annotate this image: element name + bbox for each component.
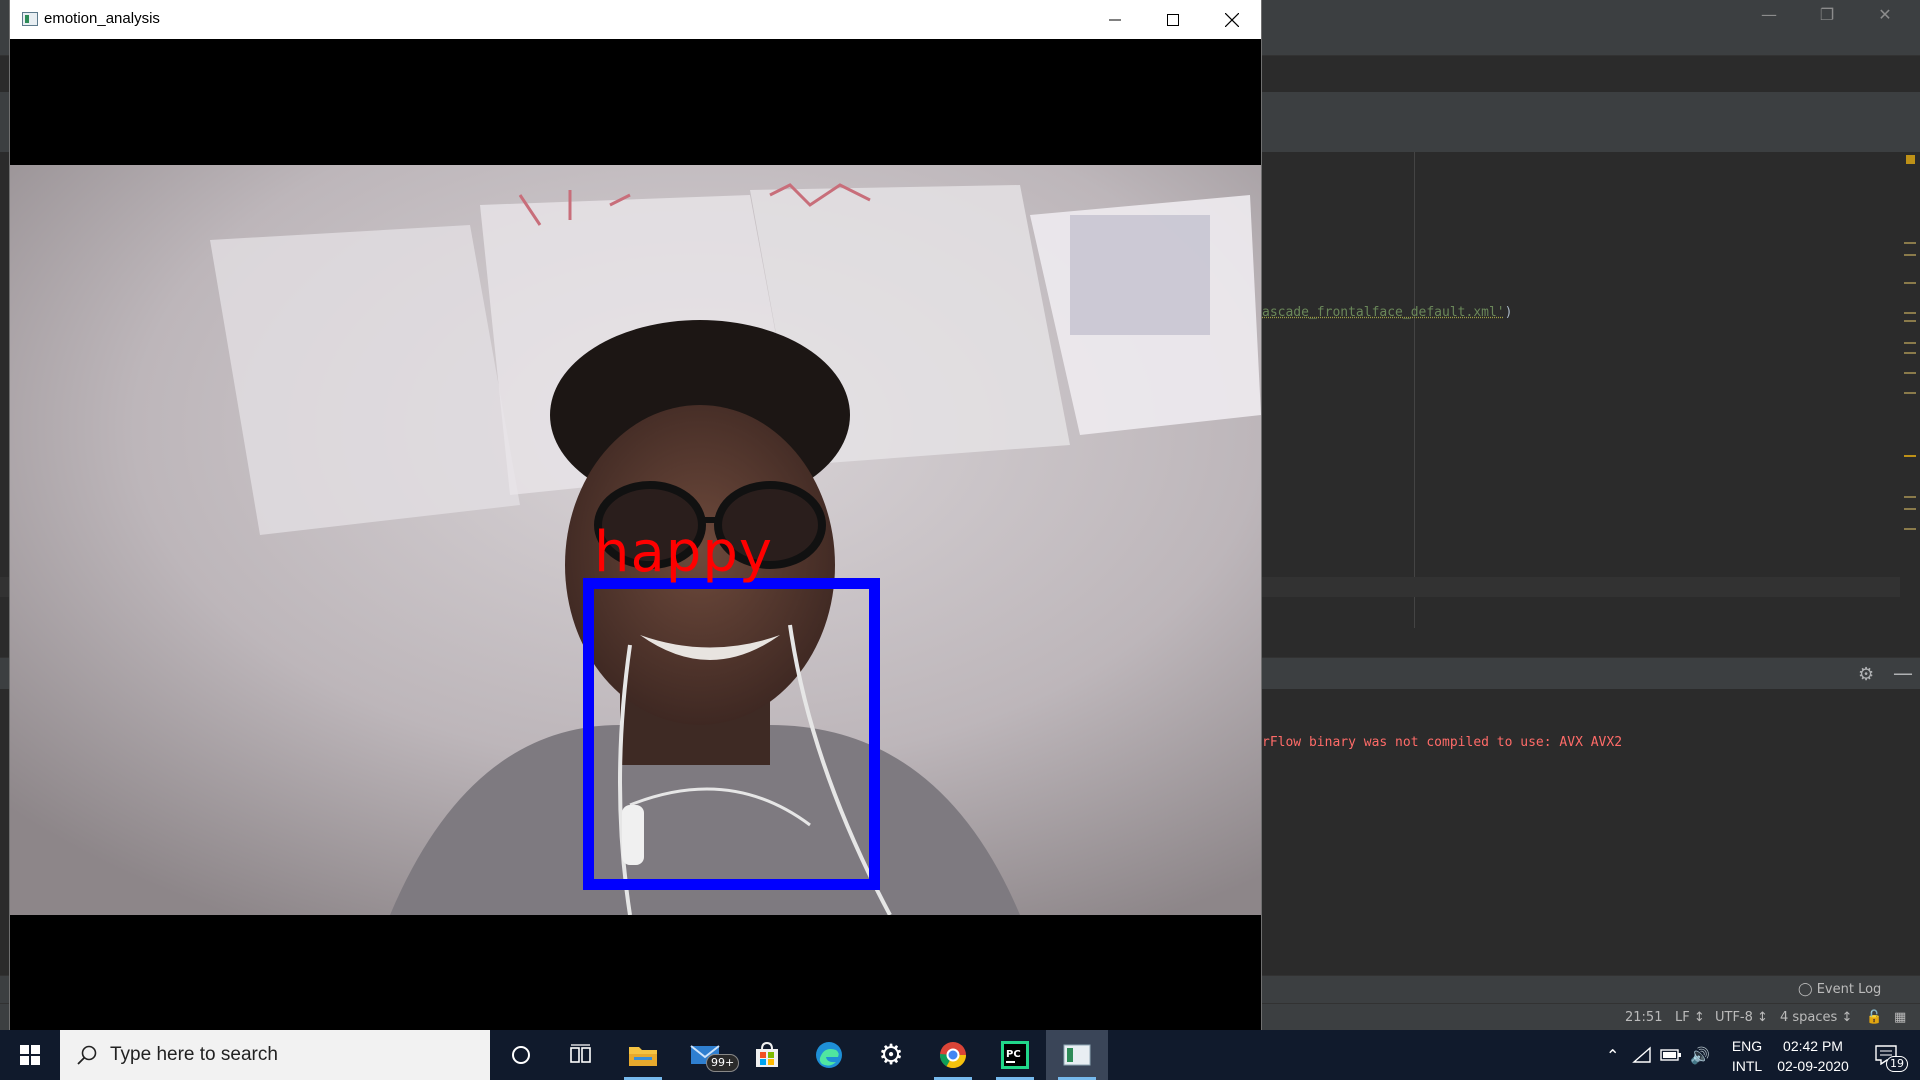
stripe-mark[interactable] [1904, 254, 1916, 256]
gear-icon[interactable]: ⚙ [1858, 664, 1874, 685]
cortana-icon [512, 1046, 530, 1064]
network-button[interactable] [1632, 1030, 1652, 1080]
taskbar-search-box[interactable]: Type here to search [60, 1030, 490, 1080]
caret-position[interactable]: 21:51 [1625, 1010, 1662, 1025]
gear-icon: ⚙ [878, 1038, 904, 1071]
settings-button[interactable]: ⚙ [860, 1030, 922, 1080]
volume-button[interactable]: 🔊 [1690, 1030, 1710, 1080]
updown-icon: ↕ [1841, 1010, 1853, 1025]
action-center-button[interactable]: 19 [1862, 1030, 1910, 1080]
stripe-mark[interactable] [1904, 282, 1916, 284]
stripe-mark[interactable] [1904, 496, 1916, 498]
show-hidden-icons-button[interactable]: ⌃ [1600, 1030, 1625, 1080]
clock-time: 02:42 PM [1783, 1038, 1843, 1054]
task-view-icon [570, 1044, 591, 1063]
emotion-label: happy [594, 520, 774, 585]
hide-panel-icon[interactable]: — [1893, 661, 1913, 685]
stripe-mark[interactable] [1904, 528, 1916, 530]
pycharm-button[interactable]: PC [984, 1030, 1046, 1080]
indent-widget[interactable]: 4 spaces ↕ [1780, 1010, 1852, 1025]
maximize-button[interactable] [1144, 0, 1202, 39]
wall-table-sheet [1070, 215, 1210, 335]
folder-icon [629, 1047, 657, 1066]
mail-badge: 99+ [706, 1054, 740, 1072]
battery-button[interactable] [1660, 1030, 1682, 1080]
inspection-status-icon[interactable] [1906, 155, 1915, 164]
wall-paper [210, 225, 520, 535]
code-paren: ) [1504, 305, 1513, 320]
stripe-mark[interactable] [1904, 455, 1916, 457]
face-bounding-box [583, 578, 880, 890]
updown-icon: ↕ [1693, 1010, 1705, 1025]
pycharm-icon: PC [1001, 1041, 1029, 1069]
battery-icon [1660, 1049, 1681, 1061]
store-icon [756, 1041, 778, 1067]
console-error-line: rFlow binary was not compiled to use: AV… [1262, 735, 1623, 750]
store-button[interactable] [736, 1030, 798, 1080]
start-button[interactable] [0, 1030, 60, 1080]
stripe-mark[interactable] [1904, 352, 1916, 354]
cortana-button[interactable] [490, 1030, 552, 1080]
window-titlebar[interactable]: emotion_analysis [10, 0, 1261, 39]
indent-label: 4 spaces [1780, 1010, 1838, 1025]
mail-button[interactable]: 99+ [674, 1030, 740, 1080]
stripe-mark[interactable] [1904, 242, 1916, 244]
ide-close-button[interactable]: ✕ [1856, 0, 1914, 29]
search-icon [77, 1045, 97, 1065]
windows-taskbar: Type here to search 99+ ⚙ PC ⌃ 🔊 ENG INT… [0, 1030, 1920, 1080]
file-explorer-button[interactable] [612, 1030, 674, 1080]
clock-button[interactable]: 02:42 PM 02-09-2020 [1763, 1036, 1863, 1076]
close-button[interactable] [1203, 0, 1261, 39]
task-view-button[interactable] [550, 1030, 612, 1080]
clock-date: 02-09-2020 [1777, 1058, 1849, 1074]
stripe-mark[interactable] [1904, 320, 1916, 322]
maximize-icon [1167, 13, 1179, 26]
ide-minimize-button[interactable]: — [1740, 0, 1798, 29]
chrome-icon [939, 1042, 967, 1069]
editor-error-stripe[interactable] [1904, 152, 1916, 552]
code-string: ascade_frontalface_default.xml' [1262, 305, 1505, 320]
emotion-analysis-taskbar-button[interactable] [1046, 1030, 1108, 1080]
memory-indicator-icon[interactable]: ▦ [1894, 1010, 1906, 1025]
minimize-icon [1109, 19, 1121, 20]
window-title: emotion_analysis [44, 10, 160, 27]
app-icon [22, 12, 38, 26]
search-placeholder: Type here to search [110, 1044, 278, 1065]
encoding-label: UTF-8 [1715, 1010, 1753, 1025]
speaker-icon: 🔊 [1690, 1045, 1710, 1065]
close-icon [1225, 12, 1239, 27]
ide-right-margin-line [1414, 152, 1415, 628]
ide-restore-button[interactable]: ❐ [1798, 0, 1856, 29]
webcam-frame: happy [10, 165, 1261, 915]
line-separator-label: LF [1675, 1010, 1690, 1025]
updown-icon: ↕ [1757, 1010, 1768, 1025]
svg-text:PC: PC [1006, 1049, 1021, 1060]
wifi-icon [1632, 1046, 1651, 1063]
event-log-button[interactable]: ◯ Event Log [1798, 982, 1881, 997]
python-window-icon [1063, 1044, 1091, 1066]
edge-icon [816, 1042, 842, 1068]
lock-icon[interactable]: 🔓 [1866, 1010, 1882, 1025]
stripe-mark[interactable] [1904, 392, 1916, 394]
encoding-widget[interactable]: UTF-8 ↕ [1715, 1010, 1768, 1025]
event-log-label: Event Log [1816, 982, 1882, 997]
emotion-analysis-window: emotion_analysis happy [10, 0, 1261, 1030]
chrome-button[interactable] [922, 1030, 984, 1080]
stripe-mark[interactable] [1904, 342, 1916, 344]
event-log-icon: ◯ [1798, 982, 1813, 997]
stripe-mark[interactable] [1904, 372, 1916, 374]
edge-button[interactable] [798, 1030, 860, 1080]
notification-count: 19 [1886, 1056, 1908, 1072]
code-line-fragment: ascade_frontalface_default.xml') [1262, 305, 1512, 320]
line-separator-widget[interactable]: LF ↕ [1675, 1010, 1705, 1025]
stripe-mark[interactable] [1904, 508, 1916, 510]
chevron-up-icon: ⌃ [1606, 1045, 1620, 1065]
stripe-mark[interactable] [1904, 312, 1916, 314]
minimize-button[interactable] [1086, 0, 1144, 39]
windows-logo-icon [20, 1045, 40, 1065]
